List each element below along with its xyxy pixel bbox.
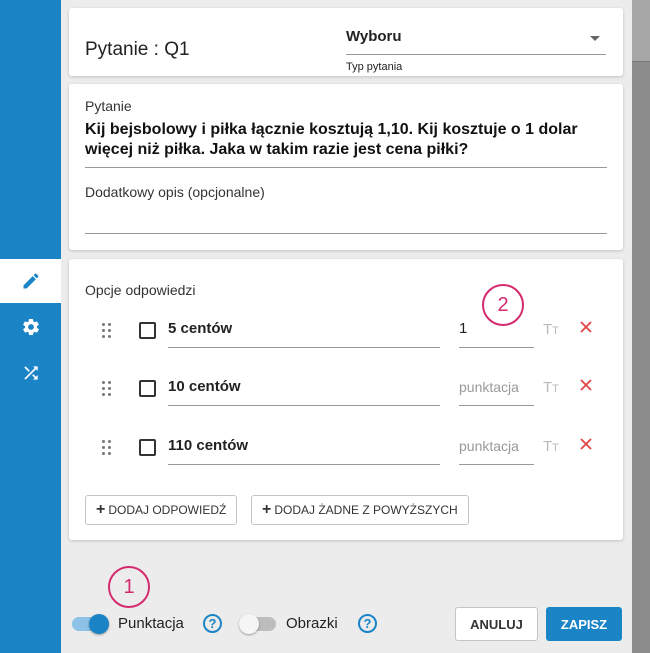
editor-footer: Punktacja ? Obrazki ? ANULUJ ZAPISZ: [61, 592, 632, 653]
images-help-icon[interactable]: ?: [358, 614, 377, 633]
text-format-icon[interactable]: TT: [543, 321, 559, 338]
question-editor-panel: Pytanie : Q1 Wyboru Typ pytania Pytanie …: [61, 0, 632, 653]
question-label: Pytanie: [85, 98, 132, 114]
answer-text-input[interactable]: 110 centów: [168, 431, 440, 465]
add-none-of-above-button[interactable]: + DODAJ ŻADNE Z POWYŻSZYCH: [251, 495, 469, 525]
drag-handle-icon[interactable]: [102, 323, 112, 339]
answer-option-row: 10 centów punktacja TT: [69, 372, 623, 412]
cancel-button[interactable]: ANULUJ: [455, 607, 538, 641]
delete-icon[interactable]: [579, 320, 593, 334]
question-text-card: Pytanie Kij bejsbolowy i piłka łącznie k…: [69, 84, 623, 250]
add-answer-button[interactable]: + DODAJ ODPOWIEDŹ: [85, 495, 238, 525]
images-label: Obrazki: [286, 615, 338, 632]
answer-checkbox[interactable]: [139, 439, 156, 456]
pencil-icon: [23, 273, 39, 289]
shuffle-icon: [23, 366, 38, 380]
question-text-input[interactable]: Kij bejsbolowy i piłka łącznie kosztują …: [85, 120, 595, 160]
scoring-toggle[interactable]: [72, 614, 109, 634]
question-type-select[interactable]: Wyboru: [346, 26, 606, 55]
add-none-label: DODAJ ŻADNE Z POWYŻSZYCH: [274, 503, 458, 517]
answer-options-card: Opcje odpowiedzi 5 centów 1 TT 10 centów…: [69, 259, 623, 540]
answer-text-input[interactable]: 10 centów: [168, 372, 440, 406]
answer-checkbox[interactable]: [139, 380, 156, 397]
settings-tab[interactable]: [0, 305, 61, 349]
question-type-value: Wyboru: [346, 28, 402, 45]
text-format-icon[interactable]: TT: [543, 379, 559, 396]
background-overlay-header: [632, 0, 650, 62]
description-underline: [85, 233, 607, 234]
text-format-icon[interactable]: TT: [543, 438, 559, 455]
answer-text-input[interactable]: 5 centów: [168, 314, 440, 348]
answer-option-row: 5 centów 1 TT: [69, 314, 623, 354]
save-button[interactable]: ZAPISZ: [546, 607, 622, 641]
plus-icon: +: [262, 501, 272, 518]
scoring-label: Punktacja: [118, 615, 184, 632]
annotation-marker-1: 1: [108, 566, 150, 608]
background-overlay: [632, 0, 650, 653]
answer-score-input[interactable]: punktacja: [459, 372, 534, 406]
add-answer-label: DODAJ ODPOWIEDŹ: [108, 503, 227, 517]
delete-icon[interactable]: [579, 437, 593, 451]
question-type-label: Typ pytania: [346, 61, 403, 73]
images-toggle-knob: [239, 614, 259, 634]
question-text-underline: [85, 167, 607, 168]
shuffle-tab[interactable]: [0, 351, 61, 395]
images-toggle[interactable]: [239, 614, 276, 634]
edit-tab[interactable]: [0, 259, 61, 303]
left-sidebar: [0, 0, 61, 653]
annotation-marker-2: 2: [482, 284, 524, 326]
plus-icon: +: [96, 501, 106, 518]
gear-icon: [22, 318, 39, 336]
answer-checkbox[interactable]: [139, 322, 156, 339]
question-header-card: Pytanie : Q1 Wyboru Typ pytania: [69, 8, 623, 76]
scoring-toggle-knob: [89, 614, 109, 634]
delete-icon[interactable]: [579, 378, 593, 392]
chevron-down-icon: [590, 36, 600, 41]
question-title: Pytanie : Q1: [85, 39, 190, 60]
answer-score-input[interactable]: punktacja: [459, 431, 534, 465]
drag-handle-icon[interactable]: [102, 440, 112, 456]
drag-handle-icon[interactable]: [102, 381, 112, 397]
scoring-help-icon[interactable]: ?: [203, 614, 222, 633]
description-label[interactable]: Dodatkowy opis (opcjonalne): [85, 184, 265, 200]
answer-options-label: Opcje odpowiedzi: [85, 282, 196, 298]
answer-option-row: 110 centów punktacja TT: [69, 431, 623, 471]
